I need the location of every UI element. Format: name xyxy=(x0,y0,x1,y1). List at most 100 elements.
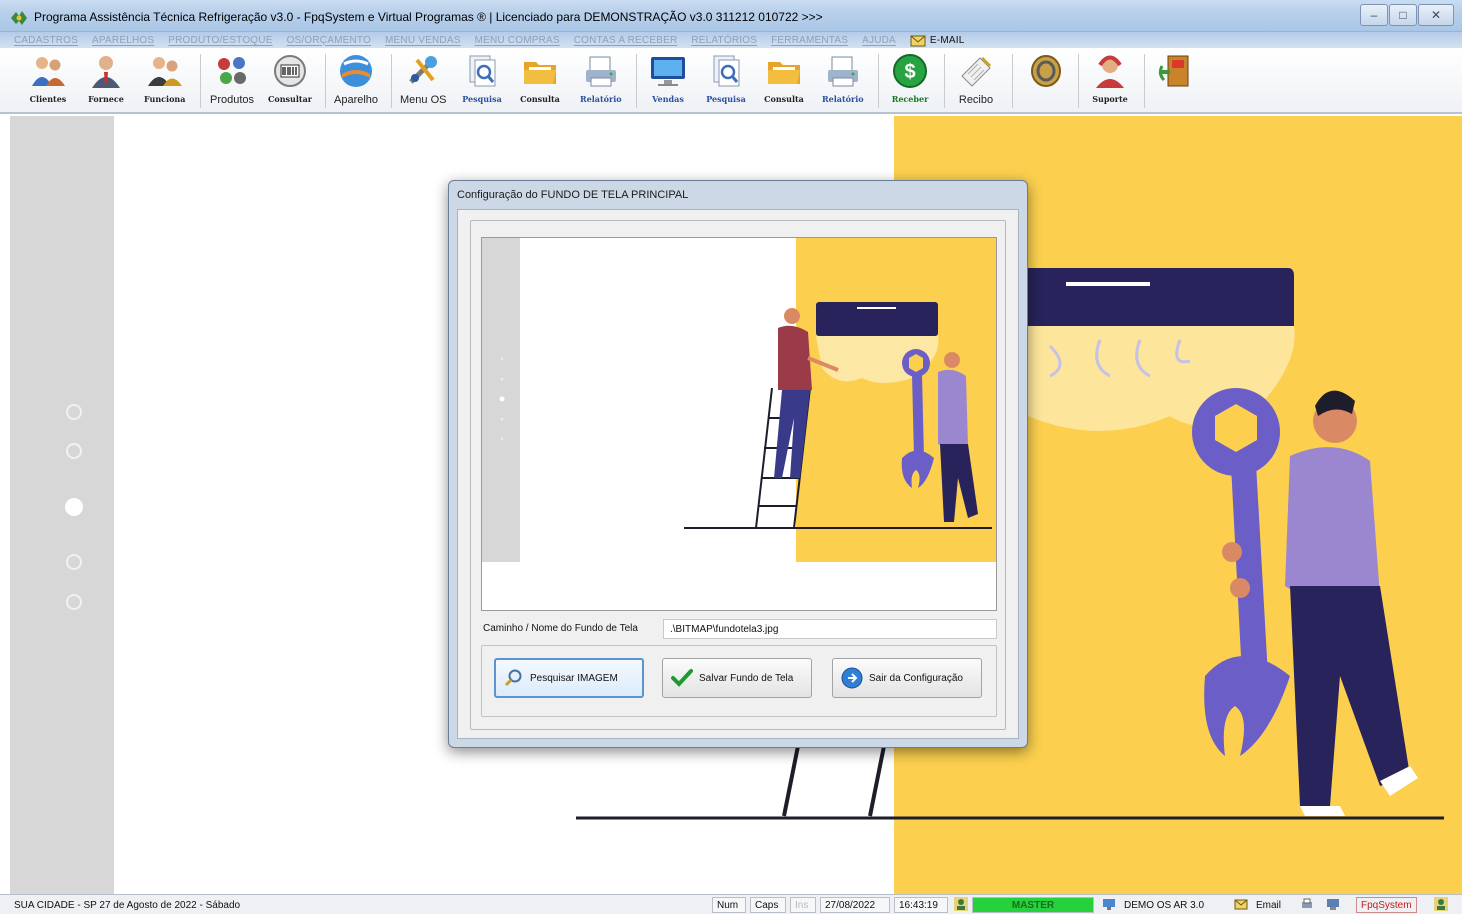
toolbar-separator xyxy=(200,54,201,108)
toolbar-fornece-button[interactable]: Fornece xyxy=(86,52,126,110)
barcode-icon xyxy=(273,55,306,87)
toolbar-label: Menu OS xyxy=(400,94,447,106)
exit-arrow-icon xyxy=(841,667,863,689)
toolbar-funciona-button[interactable]: Funciona xyxy=(144,52,185,110)
device-icon xyxy=(340,55,373,87)
exit-config-button[interactable]: Sair da Configuração xyxy=(832,658,982,698)
toolbar-consulta-vendas-button[interactable]: Consulta xyxy=(764,52,804,110)
menu-compras[interactable]: MENU COMPRAS xyxy=(475,35,560,46)
toolbar-consultar-button[interactable]: Consultar xyxy=(268,52,312,110)
report-icon xyxy=(827,56,858,87)
search-image-button[interactable]: Pesquisar IMAGEM xyxy=(494,658,644,698)
monitor-icon xyxy=(651,57,685,86)
menu-relatorios[interactable]: RELATÓRIOS xyxy=(691,35,757,46)
window-title: Programa Assistência Técnica Refrigeraçã… xyxy=(34,10,823,24)
toolbar-separator xyxy=(636,54,637,108)
toolbar-menu-os-button[interactable]: Menu OS xyxy=(400,52,446,110)
toolbar-pesquisa-os-button[interactable]: Pesquisa xyxy=(462,52,502,110)
menu-cadastros[interactable]: CADASTROS xyxy=(14,35,78,46)
menu-email[interactable]: E-MAIL xyxy=(910,34,965,47)
user-icon xyxy=(1434,897,1448,911)
toolbar-relatorio-vendas-button[interactable]: Relatório xyxy=(822,52,864,110)
app-logo-icon xyxy=(11,11,27,25)
toolbar-clientes-button[interactable]: Clientes xyxy=(28,52,68,110)
path-input[interactable] xyxy=(663,619,997,639)
menu-produto-estoque[interactable]: PRODUTO/ESTOQUE xyxy=(168,35,272,46)
search-doc-icon xyxy=(469,55,496,87)
svg-text:$: $ xyxy=(904,61,915,83)
status-location-date: SUA CIDADE - SP 27 de Agosto de 2022 - S… xyxy=(14,899,241,911)
toolbar-relatorio-os-button[interactable]: Relatório xyxy=(580,52,622,110)
toolbar-label: Relatório xyxy=(580,94,622,104)
menu-contas-receber[interactable]: CONTAS A RECEBER xyxy=(574,35,678,46)
printer-icon[interactable] xyxy=(1300,897,1314,911)
network-icon xyxy=(1103,899,1115,910)
dialog-title: Configuração do FUNDO DE TELA PRINCIPAL xyxy=(457,189,689,201)
status-demo: DEMO OS AR 3.0 xyxy=(1124,899,1205,911)
status-caps: Caps xyxy=(750,897,786,913)
dollar-icon: $ xyxy=(893,54,927,88)
toolbar-label: Consulta xyxy=(520,94,560,104)
menu-os-orcamento[interactable]: OS/ORÇAMENTO xyxy=(287,35,371,46)
email-icon xyxy=(910,35,926,46)
magnifier-icon xyxy=(504,669,522,687)
toolbar-separator xyxy=(1012,54,1013,108)
menu-vendas[interactable]: MENU VENDAS xyxy=(385,35,461,46)
wrench-illustration xyxy=(1192,388,1290,756)
dialog-button-box: Pesquisar IMAGEM Salvar Fundo de Tela Sa… xyxy=(481,645,997,717)
dialog-group-box: Caminho / Nome do Fundo de Tela Pesquisa… xyxy=(470,220,1006,730)
folder-icon xyxy=(768,62,800,84)
toolbar-aparelho-button[interactable]: Aparelho xyxy=(334,52,378,110)
status-ins: Ins xyxy=(790,897,816,913)
toolbar-label: Recibo xyxy=(958,94,994,106)
email-icon xyxy=(1234,899,1248,910)
status-email[interactable]: Email xyxy=(1256,897,1281,913)
toolbar-receber-button[interactable]: $ Receber xyxy=(890,52,930,110)
tools-icon xyxy=(409,56,438,84)
toolbar-separator xyxy=(1144,54,1145,108)
toolbar-separator xyxy=(325,54,326,108)
status-date: 27/08/2022 xyxy=(820,897,890,913)
toolbar-recibo-button[interactable]: Recibo xyxy=(956,52,996,110)
menu-bar: CADASTROS APARELHOS PRODUTO/ESTOQUE OS/O… xyxy=(0,32,1462,48)
menu-email-label: E-MAIL xyxy=(929,34,965,46)
maximize-button[interactable]: □ xyxy=(1389,4,1417,26)
toolbar: Clientes Fornece Funciona Produtos Consu… xyxy=(0,48,1462,114)
toolbar-consulta-os-button[interactable]: Consulta xyxy=(520,52,560,110)
supplier-icon xyxy=(92,56,120,88)
support-icon xyxy=(1096,55,1124,88)
toolbar-separator xyxy=(944,54,945,108)
toolbar-label: Produtos xyxy=(210,94,255,106)
toolbar-coin-button[interactable] xyxy=(1026,52,1066,110)
save-background-button[interactable]: Salvar Fundo de Tela xyxy=(662,658,812,698)
checkmark-icon xyxy=(671,669,693,687)
status-bar: SUA CIDADE - SP 27 de Agosto de 2022 - S… xyxy=(0,894,1462,914)
toolbar-separator xyxy=(1078,54,1079,108)
coin-icon xyxy=(1031,55,1061,87)
receipt-icon xyxy=(961,56,992,87)
toolbar-label: Vendas xyxy=(652,94,684,104)
save-background-label: Salvar Fundo de Tela xyxy=(699,672,794,684)
preview-illustration xyxy=(499,302,992,529)
exit-config-label: Sair da Configuração xyxy=(869,672,963,684)
toolbar-vendas-button[interactable]: Vendas xyxy=(648,52,688,110)
toolbar-label: Clientes xyxy=(29,94,67,104)
toolbar-label: Pesquisa xyxy=(706,94,746,104)
toolbar-label: Suporte xyxy=(1092,94,1128,104)
computer-icon[interactable] xyxy=(1326,897,1340,911)
menu-ferramentas[interactable]: FERRAMENTAS xyxy=(771,35,848,46)
toolbar-separator xyxy=(391,54,392,108)
menu-aparelhos[interactable]: APARELHOS xyxy=(92,35,154,46)
toolbar-label: Relatório xyxy=(822,94,864,104)
toolbar-exit-button[interactable] xyxy=(1156,52,1196,110)
toolbar-label: Consultar xyxy=(268,94,312,104)
minimize-button[interactable]: – xyxy=(1360,4,1388,26)
status-user: MASTER xyxy=(972,897,1094,913)
menu-ajuda[interactable]: AJUDA xyxy=(862,35,896,46)
toolbar-produtos-button[interactable]: Produtos xyxy=(210,52,254,110)
report-icon xyxy=(585,56,616,87)
close-button[interactable]: ✕ xyxy=(1418,4,1454,26)
toolbar-suporte-button[interactable]: Suporte xyxy=(1090,52,1130,110)
toolbar-pesquisa-vendas-button[interactable]: Pesquisa xyxy=(706,52,746,110)
status-brand: FpqSystem xyxy=(1356,897,1417,913)
